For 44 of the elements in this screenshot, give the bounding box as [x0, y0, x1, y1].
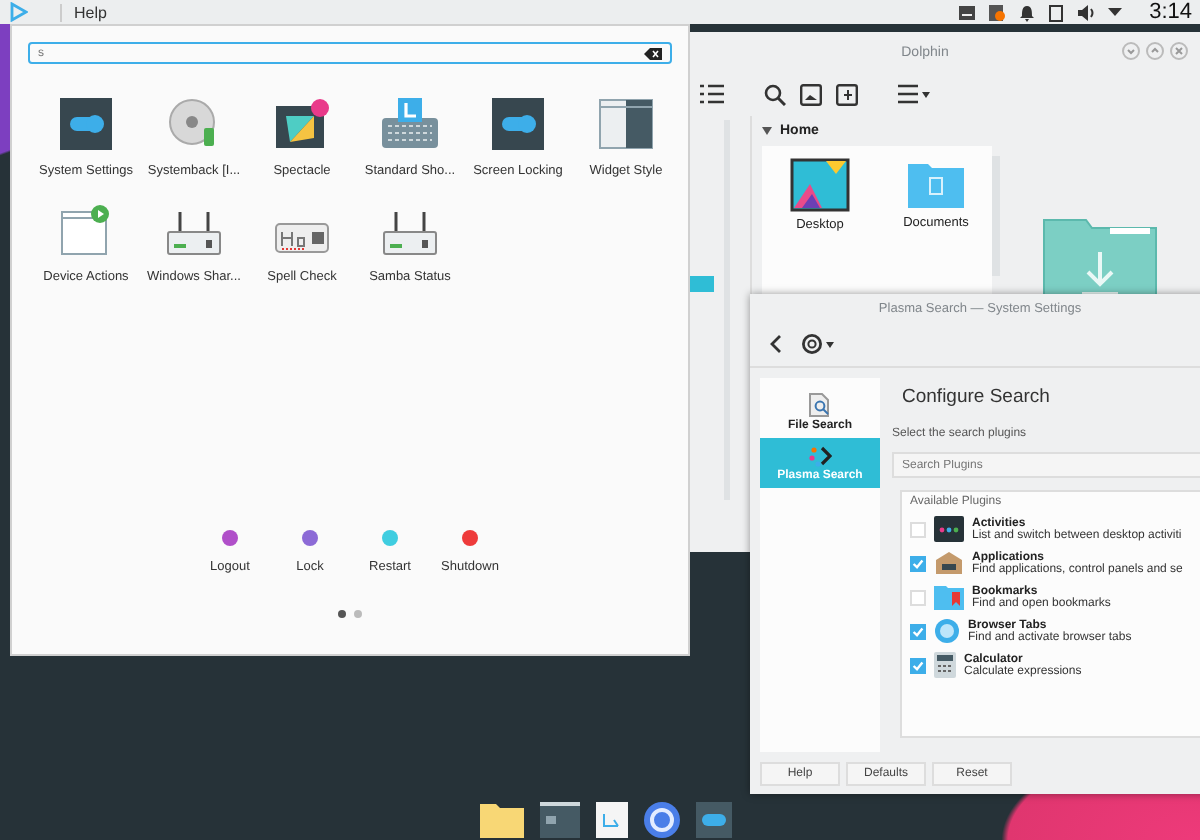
checkbox[interactable]: [910, 623, 926, 639]
desktop-folder-icon[interactable]: [790, 158, 850, 212]
clock: 3:14: [1149, 0, 1192, 24]
checkbox[interactable]: [910, 657, 926, 673]
caret-icon[interactable]: [1107, 6, 1122, 18]
toggle-icon[interactable]: [492, 98, 544, 150]
help-menu[interactable]: Help: [60, 3, 107, 21]
file-search-icon: [808, 392, 832, 418]
page-heading: Configure Search: [902, 386, 1052, 408]
toggle-icon[interactable]: [60, 98, 112, 150]
page-indicator-dot[interactable]: [354, 610, 362, 618]
plasma-icon: [808, 444, 832, 468]
image-icon[interactable]: [800, 83, 822, 105]
window-icon[interactable]: [598, 98, 654, 150]
folder-icon[interactable]: [480, 802, 524, 838]
screenshot-icon[interactable]: [274, 98, 330, 150]
menu-icon[interactable]: [898, 84, 930, 104]
terminal-icon[interactable]: [540, 802, 580, 838]
back-icon[interactable]: [768, 334, 782, 354]
details-view-icon[interactable]: [700, 84, 724, 104]
activities-icon: [934, 516, 964, 542]
router-icon[interactable]: [382, 212, 438, 256]
power-icon[interactable]: [222, 530, 238, 546]
keyboard-icon[interactable]: [380, 98, 440, 150]
search-icon[interactable]: [764, 83, 786, 105]
calculator-icon: [934, 652, 956, 678]
clear-icon[interactable]: [644, 47, 662, 59]
toggle-icon[interactable]: [696, 802, 732, 838]
router-icon[interactable]: [166, 212, 222, 256]
caret-icon[interactable]: [762, 126, 772, 136]
bookmark-folder-icon: [934, 584, 964, 610]
checkbox[interactable]: [910, 555, 926, 571]
bell-icon[interactable]: [1017, 3, 1036, 21]
drive-icon[interactable]: [957, 3, 976, 21]
page-indicator-dot[interactable]: [338, 610, 346, 618]
globe-icon: [934, 618, 960, 644]
disc-icon[interactable]: [168, 98, 220, 150]
speaker-icon[interactable]: [1075, 3, 1096, 21]
box-icon: [934, 550, 964, 576]
power-icon[interactable]: [302, 530, 318, 546]
power-icon[interactable]: [462, 530, 478, 546]
split-view-icon[interactable]: [836, 83, 858, 105]
window-play-icon[interactable]: [60, 204, 112, 256]
browser-icon[interactable]: [644, 802, 680, 838]
